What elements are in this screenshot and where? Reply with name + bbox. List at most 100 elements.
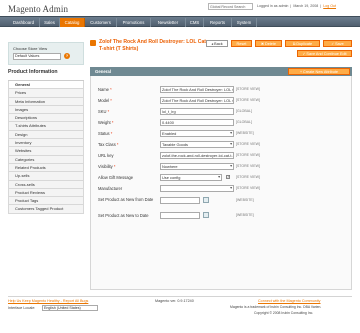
global-search-input[interactable]: Global Record Search: [208, 3, 253, 10]
label-weight: Weight *: [98, 120, 114, 125]
save-button[interactable]: ✓Save: [323, 40, 352, 47]
scope-visibility: [STORE VIEW]: [236, 164, 260, 168]
tab-categories[interactable]: Categories: [8, 155, 84, 164]
report-bugs-link[interactable]: Help Us Keep Magento Healthy - Report Al…: [8, 299, 88, 303]
tab-tshirts-attributes[interactable]: T-shirts Attributes: [8, 122, 84, 131]
version-text: Magento ver. 0.9.17240: [155, 299, 194, 303]
save-and-continue-button[interactable]: ✓Save And Continue Edit: [297, 50, 352, 57]
delete-icon: ✖: [261, 42, 264, 46]
nav-reports[interactable]: Reports: [204, 18, 232, 27]
trademark-text: Magento is a trademark of Irubin Consult…: [230, 305, 322, 309]
tab-websites[interactable]: Websites: [8, 147, 84, 156]
product-tabs: General Prices Meta Information Images D…: [8, 80, 84, 214]
create-attribute-button[interactable]: +Create New Attribute: [288, 68, 350, 75]
save-continue-icon: ✓: [302, 52, 306, 56]
store-switcher: Choose Store View Default Values ?: [8, 42, 84, 65]
delete-button[interactable]: ✖Delete: [255, 40, 282, 47]
scope-sku: [GLOBAL]: [236, 109, 252, 113]
label-model: Model *: [98, 98, 112, 103]
visibility-select[interactable]: Nowhere: [160, 163, 234, 170]
new-to-date-input[interactable]: [160, 212, 200, 219]
name-input[interactable]: Zolof The Rock And Roll Destroyer: LOL C…: [160, 86, 234, 93]
nav-promotions[interactable]: Promotions: [117, 18, 151, 27]
section-title: General: [95, 69, 112, 74]
url-key-input[interactable]: zolof-the-rock-and-roll-destroyer-lol-ca…: [160, 152, 234, 159]
tab-meta-information[interactable]: Meta Information: [8, 97, 84, 106]
locale-label: Interface Locale:: [8, 306, 36, 310]
header-meta: Logged in as admin | March 19, 2008 | Lo…: [257, 4, 337, 8]
nav-customers[interactable]: Customers: [85, 18, 117, 27]
duplicate-label: Duplicate: [296, 42, 313, 46]
label-url-key: URL key: [98, 153, 114, 158]
model-input[interactable]: Zolof The Rock And Roll Destroyer: LOL C…: [160, 97, 234, 104]
scope-weight: [GLOBAL]: [236, 120, 252, 124]
footer-divider: [8, 296, 352, 297]
nav-sales[interactable]: Sales: [40, 18, 60, 27]
tab-descriptions[interactable]: Descriptions: [8, 114, 84, 123]
weight-input[interactable]: 0.4400: [160, 119, 234, 126]
manufacturer-select[interactable]: [160, 185, 234, 192]
store-view-select[interactable]: Default Values: [13, 53, 61, 60]
scope-new-from-date: [WEBSITE]: [236, 198, 254, 202]
calendar-icon[interactable]: [203, 197, 209, 203]
status-select[interactable]: Enabled: [160, 130, 234, 137]
scope-new-to-date: [WEBSITE]: [236, 213, 254, 217]
duplicate-icon: ⧉: [292, 42, 296, 46]
tab-prices[interactable]: Prices: [8, 89, 84, 98]
locale-select[interactable]: English (United States): [42, 305, 98, 311]
tab-general[interactable]: General: [8, 81, 84, 90]
label-manufacturer: Manufacturer: [98, 186, 123, 191]
tax-class-select[interactable]: Taxable Goods: [160, 141, 234, 148]
back-button[interactable]: ◂Back: [206, 40, 228, 47]
label-name: Name *: [98, 87, 112, 92]
sku-input[interactable]: lol_t_lrg: [160, 108, 234, 115]
back-label: Back: [214, 42, 223, 46]
label-allow-gift-message: Allow Gift Message: [98, 175, 134, 180]
tab-inventory[interactable]: Inventory: [8, 139, 84, 148]
tab-images[interactable]: Images: [8, 105, 84, 115]
scope-tax-class: [STORE VIEW]: [236, 142, 260, 146]
tab-cross-sells[interactable]: Cross-sells: [8, 180, 84, 189]
nav-cms[interactable]: CMS: [186, 18, 204, 27]
logout-link[interactable]: Log Out: [323, 4, 336, 8]
copyright-text: Copyright © 2008 Irubin Consulting Inc.: [254, 311, 314, 315]
page-title: Zolof The Rock And Roll Destroyer: LOL C…: [99, 39, 206, 52]
label-new-from-date: Set Product as New from Date: [98, 197, 154, 202]
nav-system[interactable]: System: [232, 18, 257, 27]
delete-label: Delete: [264, 42, 276, 46]
tab-design[interactable]: Design: [8, 130, 84, 140]
tab-up-sells[interactable]: Up-sells: [8, 172, 84, 181]
scope-status: [WEBSITE]: [236, 131, 254, 135]
tab-product-tags[interactable]: Product Tags: [8, 197, 84, 206]
community-link[interactable]: Connect with the Magento Community: [258, 299, 321, 303]
product-icon: [90, 40, 96, 46]
separator: |: [320, 4, 322, 8]
nav-newsletter[interactable]: Newsletter: [151, 18, 186, 27]
save-label: Save: [335, 42, 344, 46]
main-nav: Dashboard Sales Catalog Customers Promot…: [0, 16, 360, 27]
duplicate-button[interactable]: ⧉Duplicate: [285, 40, 320, 47]
use-config-checkbox[interactable]: [226, 174, 230, 179]
sidebar-title: Product Information: [8, 69, 58, 75]
nav-catalog[interactable]: Catalog: [60, 18, 85, 27]
separator: |: [290, 4, 292, 8]
tab-customers-tagged-product[interactable]: Customers Tagged Product: [8, 205, 84, 214]
scope-name: [STORE VIEW]: [236, 87, 260, 91]
save-icon: ✓: [331, 42, 335, 46]
label-visibility: Visibility *: [98, 164, 116, 169]
tab-product-reviews[interactable]: Product Reviews: [8, 188, 84, 198]
tab-related-products[interactable]: Related Products: [8, 163, 84, 173]
gift-message-select[interactable]: Use config: [160, 174, 222, 181]
scope-model: [STORE VIEW]: [236, 98, 260, 102]
logged-in-text: Logged in as admin: [257, 4, 289, 8]
store-switcher-label: Choose Store View: [13, 46, 48, 51]
plus-icon: +: [299, 70, 302, 74]
scope-gift-message: [STORE VIEW]: [236, 175, 260, 179]
nav-dashboard[interactable]: Dashboard: [8, 18, 40, 27]
calendar-icon[interactable]: [203, 212, 209, 218]
reset-button[interactable]: Reset: [231, 40, 252, 47]
new-from-date-input[interactable]: [160, 197, 200, 204]
scope-url-key: [STORE VIEW]: [236, 153, 260, 157]
label-tax-class: Tax Class *: [98, 142, 119, 147]
help-icon[interactable]: ?: [64, 53, 70, 59]
